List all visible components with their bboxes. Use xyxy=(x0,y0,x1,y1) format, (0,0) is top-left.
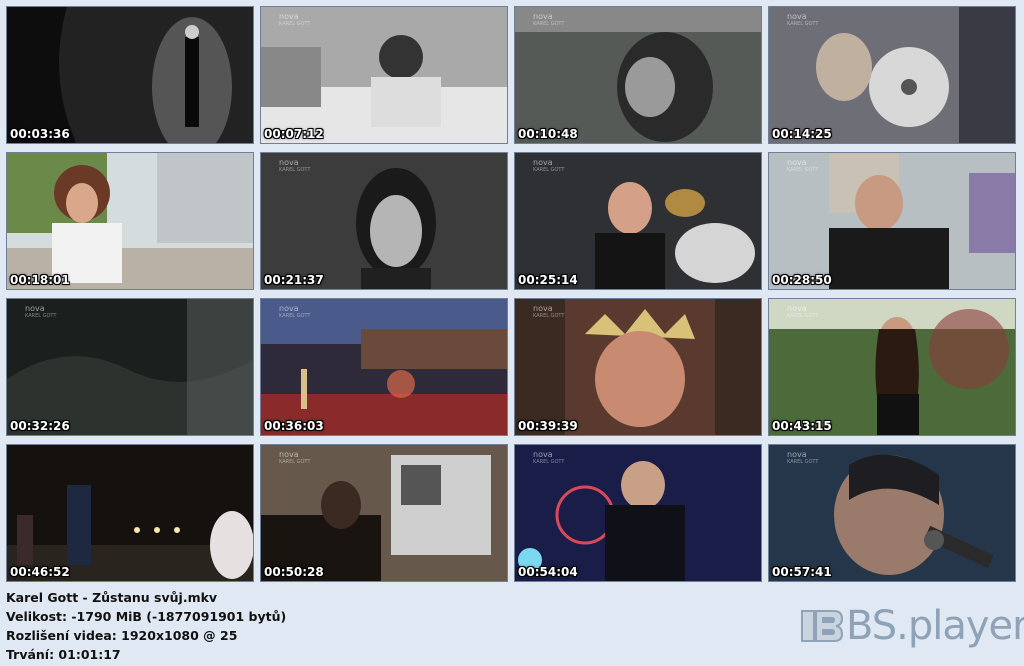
channel-watermark-logo: nova KAREL GOTT xyxy=(25,304,57,320)
thumbnail-frame-image xyxy=(261,153,507,289)
thumbnail-timestamp: 00:21:37 xyxy=(264,273,324,287)
thumbnail-timestamp: 00:50:28 xyxy=(264,565,324,579)
video-thumbnail: 00:46:52 xyxy=(6,444,254,582)
thumbnail-timestamp: 00:43:15 xyxy=(772,419,832,433)
video-thumbnail: nova KAREL GOTT 00:39:39 xyxy=(514,298,762,436)
thumbnail-timestamp: 00:32:26 xyxy=(10,419,70,433)
video-thumbnail: nova KAREL GOTT 00:14:25 xyxy=(768,6,1016,144)
video-thumbnail: 00:18:01 xyxy=(6,152,254,290)
thumbnail-timestamp: 00:03:36 xyxy=(10,127,70,141)
bsplayer-logo-text: BS.player xyxy=(846,603,1024,649)
video-thumbnail: nova KAREL GOTT 00:57:41 xyxy=(768,444,1016,582)
thumbnail-timestamp: 00:25:14 xyxy=(518,273,578,287)
thumbnail-timestamp: 00:36:03 xyxy=(264,419,324,433)
video-thumbnail: nova KAREL GOTT 00:21:37 xyxy=(260,152,508,290)
thumbnail-frame-image xyxy=(515,153,761,289)
thumbnail-frame-image xyxy=(261,445,507,581)
video-thumbnail: nova KAREL GOTT 00:43:15 xyxy=(768,298,1016,436)
video-thumbnail: nova KAREL GOTT 00:32:26 xyxy=(6,298,254,436)
bsplayer-mark-icon xyxy=(800,605,844,647)
thumbnail-timestamp: 00:07:12 xyxy=(264,127,324,141)
thumbnail-frame-image xyxy=(515,445,761,581)
thumbnail-timestamp: 00:14:25 xyxy=(772,127,832,141)
channel-watermark-logo: nova KAREL GOTT xyxy=(533,304,565,320)
file-info-panel: Karel Gott - Zůstanu svůj.mkv Velikost: … xyxy=(6,588,286,664)
thumbnail-frame-image xyxy=(769,153,1015,289)
thumbnail-timestamp: 00:18:01 xyxy=(10,273,70,287)
thumbnail-frame-image xyxy=(7,153,253,289)
thumbnail-timestamp: 00:57:41 xyxy=(772,565,832,579)
thumbnail-timestamp: 00:54:04 xyxy=(518,565,578,579)
thumbnail-frame-image xyxy=(7,7,253,143)
channel-watermark-logo: nova KAREL GOTT xyxy=(787,450,819,466)
thumbnail-frame-image xyxy=(7,299,253,435)
channel-watermark-logo: nova KAREL GOTT xyxy=(787,12,819,28)
thumbnail-frame-image xyxy=(515,299,761,435)
video-thumbnail: nova KAREL GOTT 00:54:04 xyxy=(514,444,762,582)
file-size: Velikost: -1790 MiB (-1877091901 bytů) xyxy=(6,609,287,624)
thumbnail-timestamp: 00:28:50 xyxy=(772,273,832,287)
video-thumbnail: nova KAREL GOTT 00:28:50 xyxy=(768,152,1016,290)
video-resolution: Rozlišení videa: 1920x1080 @ 25 xyxy=(6,628,238,643)
video-duration: Trvání: 01:01:17 xyxy=(6,647,121,662)
channel-watermark-logo: nova KAREL GOTT xyxy=(533,450,565,466)
video-thumbnail: nova KAREL GOTT 00:10:48 xyxy=(514,6,762,144)
video-thumbnail: 00:03:36 xyxy=(6,6,254,144)
channel-watermark-logo: nova KAREL GOTT xyxy=(279,158,311,174)
channel-watermark-logo: nova KAREL GOTT xyxy=(279,304,311,320)
channel-watermark-logo: nova KAREL GOTT xyxy=(533,12,565,28)
thumbnail-frame-image xyxy=(261,299,507,435)
thumbnail-grid: 00:03:36 nova KAREL GOTT 00:07:12 nova KAREL … xyxy=(6,6,1018,582)
thumbnail-frame-image xyxy=(769,299,1015,435)
thumbnail-frame-image xyxy=(261,7,507,143)
video-thumbnail: nova KAREL GOTT 00:36:03 xyxy=(260,298,508,436)
thumbnail-frame-image xyxy=(7,445,253,581)
video-thumbnail: nova KAREL GOTT 00:07:12 xyxy=(260,6,508,144)
channel-watermark-logo: nova KAREL GOTT xyxy=(279,12,311,28)
channel-watermark-logo: nova KAREL GOTT xyxy=(787,158,819,174)
thumbnail-frame-image xyxy=(769,445,1015,581)
channel-watermark-logo: nova KAREL GOTT xyxy=(533,158,565,174)
thumbnail-timestamp: 00:39:39 xyxy=(518,419,578,433)
bsplayer-logo: BS.player xyxy=(800,600,1024,652)
channel-watermark-logo: nova KAREL GOTT xyxy=(279,450,311,466)
thumbnail-timestamp: 00:46:52 xyxy=(10,565,70,579)
file-title: Karel Gott - Zůstanu svůj.mkv xyxy=(6,590,218,605)
video-thumbnail: nova KAREL GOTT 00:25:14 xyxy=(514,152,762,290)
thumbnail-timestamp: 00:10:48 xyxy=(518,127,578,141)
thumbnail-frame-image xyxy=(515,7,761,143)
channel-watermark-logo: nova KAREL GOTT xyxy=(787,304,819,320)
thumbnail-frame-image xyxy=(769,7,1015,143)
video-thumbnail: nova KAREL GOTT 00:50:28 xyxy=(260,444,508,582)
